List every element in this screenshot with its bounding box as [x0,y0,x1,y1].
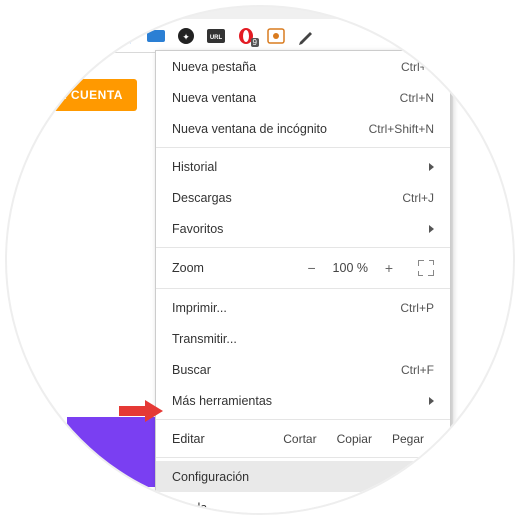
menu-label: Ayuda [172,501,421,515]
submenu-arrow-icon [429,504,434,512]
menu-label: Descargas [172,191,402,205]
menu-label: Editar [172,432,273,446]
menu-shortcut: Ctrl+P [400,301,434,315]
zoom-in-button[interactable]: + [382,260,396,276]
menu-label: Zoom [172,261,305,275]
zoom-out-button[interactable]: − [305,260,319,276]
svg-text:URL: URL [210,35,223,41]
chrome-main-menu: Nueva pestaña Ctrl+T Nueva ventana Ctrl+… [155,50,451,515]
menu-incognito[interactable]: Nueva ventana de incógnito Ctrl+Shift+N [156,113,450,144]
menu-label: Nueva pestaña [172,60,401,74]
menu-label: Historial [172,160,421,174]
menu-label: Imprimir... [172,301,400,315]
fullscreen-icon[interactable] [418,260,434,276]
annotation-arrow-icon [119,400,163,422]
edit-paste[interactable]: Pegar [382,432,434,446]
menu-downloads[interactable]: Descargas Ctrl+J [156,182,450,213]
menu-label: Configuración [172,470,434,484]
menu-edit: Editar Cortar Copiar Pegar [156,423,450,454]
create-account-button[interactable]: REAR CUENTA [17,79,137,111]
menu-label: Favoritos [172,222,421,236]
menu-print[interactable]: Imprimir... Ctrl+P [156,292,450,323]
extension-opera-icon[interactable]: 9 [237,27,255,45]
star-icon[interactable] [117,27,135,45]
menu-label: Buscar [172,363,401,377]
submenu-arrow-icon [429,163,434,171]
menu-help[interactable]: Ayuda [156,492,450,515]
edit-cut[interactable]: Cortar [273,432,326,446]
menu-history[interactable]: Historial [156,151,450,182]
purple-graphic [67,417,157,487]
submenu-arrow-icon [429,225,434,233]
menu-separator [156,247,450,248]
menu-cast[interactable]: Transmitir... [156,323,450,354]
menu-shortcut: Ctrl+Shift+N [369,122,434,136]
extension-url-icon[interactable]: URL [207,27,225,45]
extension-icon-2[interactable]: ✦ [177,27,195,45]
menu-separator [156,147,450,148]
menu-label: Nueva ventana [172,91,400,105]
menu-label: Más herramientas [172,394,421,408]
menu-shortcut: Ctrl+J [402,191,434,205]
submenu-arrow-icon [429,397,434,405]
menu-separator [156,419,450,420]
menu-settings[interactable]: Configuración [156,461,450,492]
menu-more-tools[interactable]: Más herramientas [156,385,450,416]
badge-count: 9 [251,38,259,47]
edit-copy[interactable]: Copiar [327,432,382,446]
menu-shortcut: Ctrl+F [401,363,434,377]
zoom-value: 100 % [333,261,368,275]
menu-shortcut: Ctrl+N [400,91,434,105]
menu-new-tab[interactable]: Nueva pestaña Ctrl+T [156,51,450,82]
menu-shortcut: Ctrl+T [401,60,434,74]
extension-toolbar: ✦ URL 9 [7,19,513,53]
extension-icon-5[interactable] [267,27,285,45]
menu-find[interactable]: Buscar Ctrl+F [156,354,450,385]
extension-pen-icon[interactable] [297,27,315,45]
menu-label: Nueva ventana de incógnito [172,122,369,136]
menu-label: Transmitir... [172,332,434,346]
menu-separator [156,457,450,458]
menu-separator [156,288,450,289]
menu-bookmarks[interactable]: Favoritos [156,213,450,244]
svg-text:✦: ✦ [182,32,190,42]
extension-icon-1[interactable] [147,27,165,45]
menu-new-window[interactable]: Nueva ventana Ctrl+N [156,82,450,113]
menu-zoom: Zoom − 100 % + [156,251,450,285]
